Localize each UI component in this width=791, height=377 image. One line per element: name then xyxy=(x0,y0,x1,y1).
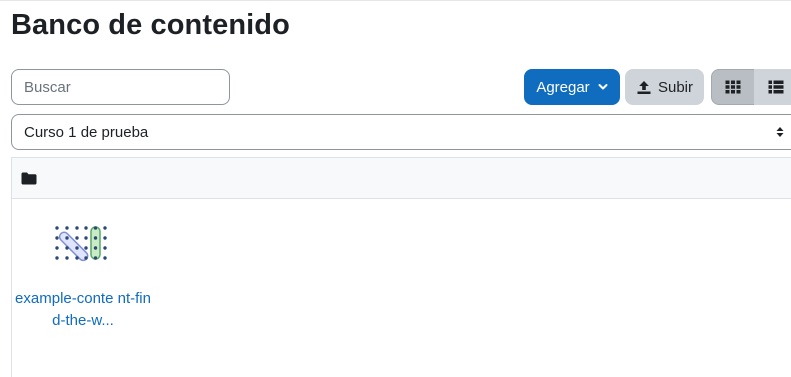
search-input[interactable] xyxy=(11,69,230,105)
page-title: Banco de contenido xyxy=(11,9,290,41)
add-dropdown-button[interactable]: Agregar xyxy=(524,69,620,105)
top-divider xyxy=(0,0,791,1)
upload-button-label: Subir xyxy=(657,78,694,96)
upload-button[interactable]: Subir xyxy=(625,69,704,105)
content-file-name[interactable]: example-conte nt-find-the-w... xyxy=(14,288,152,332)
list-view-button[interactable] xyxy=(754,69,791,105)
select-caret-icon xyxy=(776,127,784,137)
folder-breadcrumb-bar xyxy=(12,158,791,199)
find-the-words-icon xyxy=(55,226,107,262)
grid-view-icon xyxy=(725,80,741,94)
add-button-label: Agregar xyxy=(536,78,590,96)
context-select-value: Curso 1 de prueba xyxy=(24,123,149,141)
folder-icon[interactable] xyxy=(21,172,37,185)
content-file-item[interactable]: example-conte nt-find-the-w... xyxy=(14,214,152,354)
list-view-icon xyxy=(768,80,784,94)
content-bank-browser: example-conte nt-find-the-w... xyxy=(11,157,791,377)
upload-icon xyxy=(637,80,651,94)
context-select[interactable]: Curso 1 de prueba xyxy=(11,114,791,150)
chevron-down-icon xyxy=(598,84,608,90)
grid-view-button[interactable] xyxy=(711,69,755,105)
